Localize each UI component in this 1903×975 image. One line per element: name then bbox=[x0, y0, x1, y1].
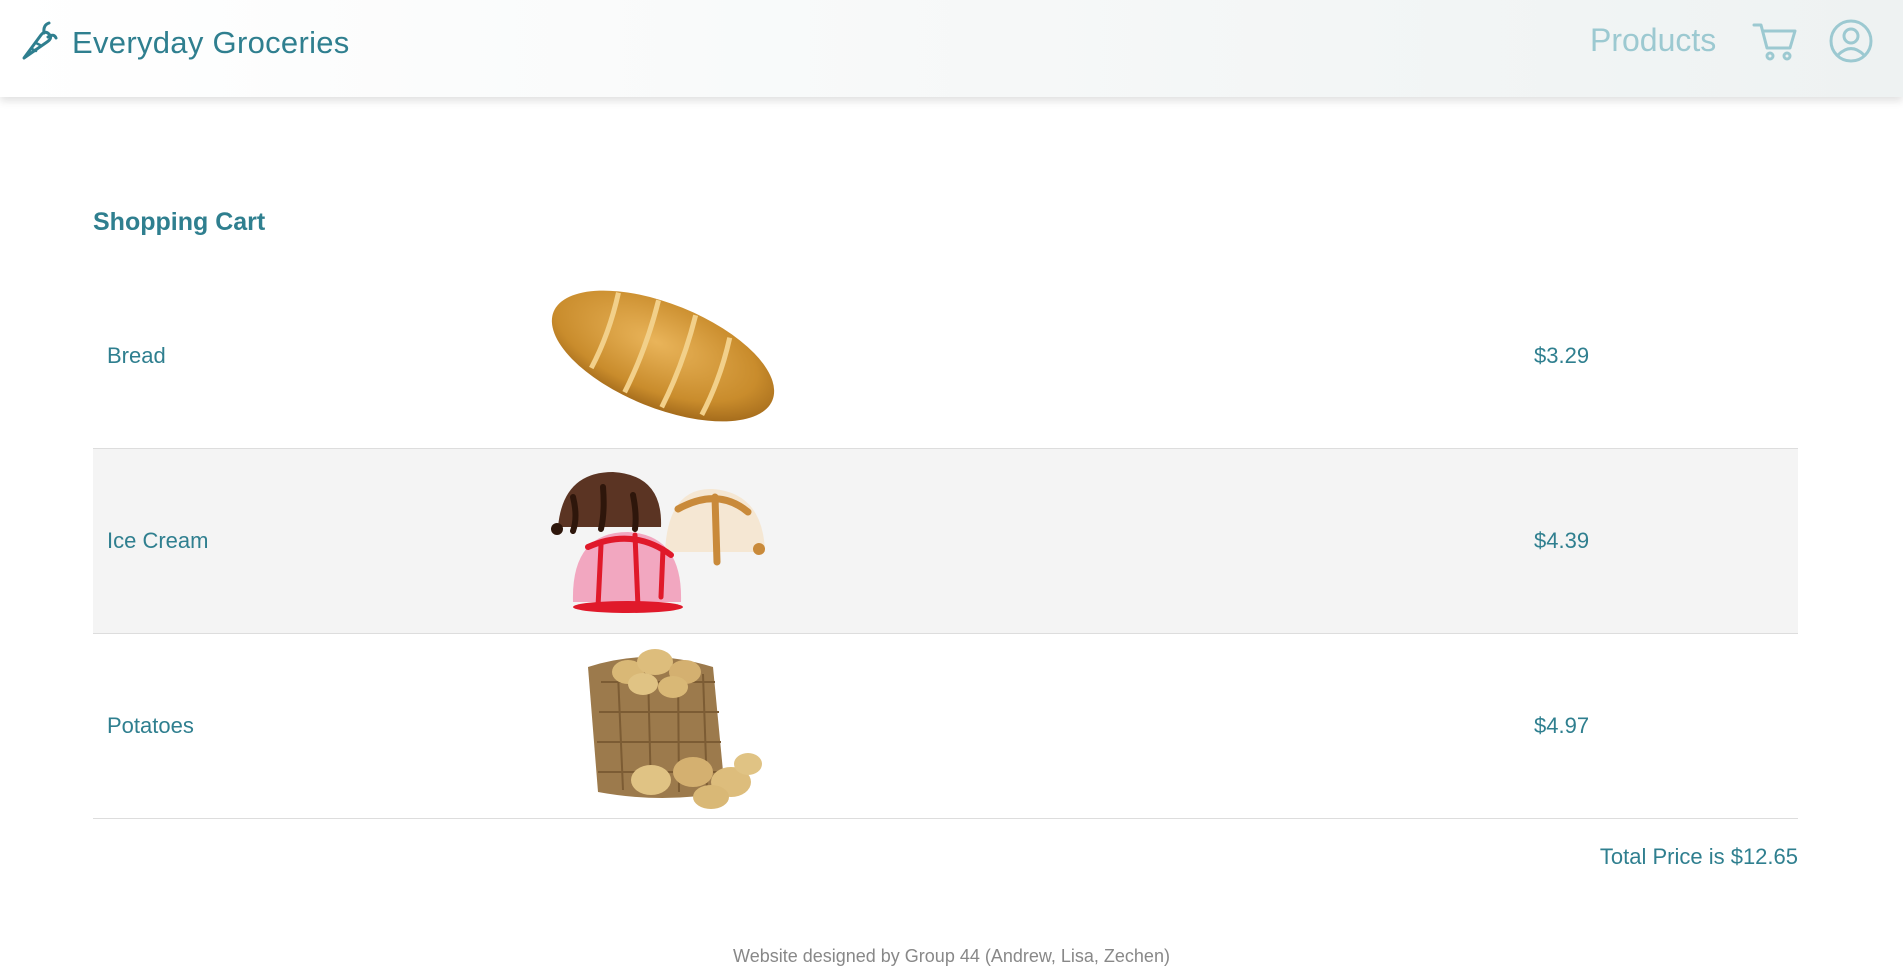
total-price: Total Price is $12.65 bbox=[1599, 844, 1798, 869]
footer-credit: Website designed by Group 44 (Andrew, Li… bbox=[733, 946, 1170, 966]
cart-row: Ice Cream $4.39 bbox=[93, 449, 1798, 634]
nav-products-link[interactable]: Products bbox=[1590, 22, 1716, 59]
page-title: Shopping Cart bbox=[93, 208, 266, 236]
top-navbar: Everyday Groceries Products bbox=[0, 0, 1903, 97]
carrot-icon bbox=[18, 20, 58, 67]
user-circle-icon[interactable] bbox=[1828, 18, 1874, 64]
item-price: $4.97 bbox=[1534, 713, 1590, 738]
item-name: Potatoes bbox=[107, 713, 194, 738]
cart-table: Bread $3.29 Ice Cream $4.39 Potatoes $4.… bbox=[93, 264, 1798, 819]
item-name: Ice Cream bbox=[107, 528, 209, 553]
cart-row: Potatoes $4.97 bbox=[93, 634, 1798, 819]
item-name: Bread bbox=[107, 343, 166, 368]
item-price: $3.29 bbox=[1534, 343, 1590, 368]
cart-icon[interactable] bbox=[1752, 18, 1798, 64]
potatoes-image bbox=[543, 642, 783, 810]
bread-image bbox=[543, 272, 783, 440]
item-price: $4.39 bbox=[1534, 528, 1590, 553]
brand-title: Everyday Groceries bbox=[72, 25, 350, 60]
ice-cream-image bbox=[543, 457, 783, 625]
brand-link[interactable]: Everyday Groceries bbox=[18, 20, 350, 66]
cart-row: Bread $3.29 bbox=[93, 264, 1798, 449]
